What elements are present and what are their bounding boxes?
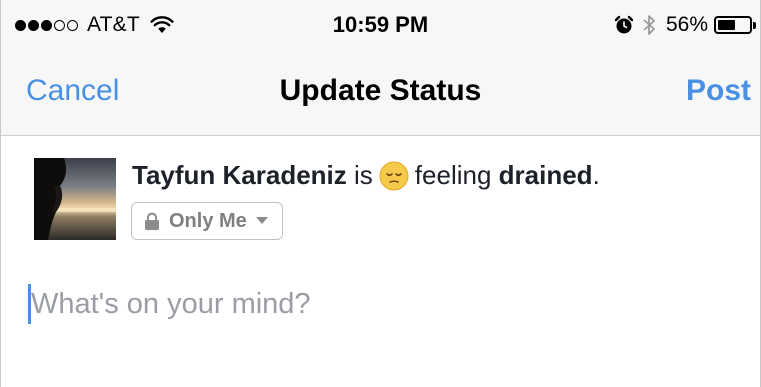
privacy-label: Only Me	[169, 209, 247, 232]
status-bar-right: 56%	[614, 12, 756, 38]
privacy-selector[interactable]: Only Me	[131, 202, 283, 240]
post-button[interactable]: Post	[686, 74, 751, 108]
status-text-input[interactable]	[31, 284, 531, 324]
battery-level	[718, 20, 735, 30]
lock-icon	[145, 212, 159, 230]
relieved-face-emoji-icon	[379, 161, 409, 190]
top-chrome: AT&T 10:59 PM 56% Cancel Update Status P…	[1, 0, 760, 136]
battery-percent: 56%	[665, 13, 708, 36]
composer	[28, 284, 531, 324]
chevron-down-icon	[255, 217, 268, 224]
avatar[interactable]	[34, 158, 116, 240]
battery-icon	[714, 16, 756, 34]
feeling-value[interactable]: drained	[499, 160, 593, 191]
update-status-screen: AT&T 10:59 PM 56% Cancel Update Status P…	[0, 0, 761, 387]
battery-nub	[753, 22, 756, 29]
feeling-suffix: .	[592, 160, 600, 190]
avatar-image	[34, 158, 116, 240]
connector-text: is	[354, 160, 373, 190]
navigation-bar: Cancel Update Status Post	[1, 50, 760, 135]
user-name[interactable]: Tayfun Karadeniz	[132, 160, 347, 191]
feeling-prefix: feeling	[414, 160, 492, 190]
bluetooth-icon	[643, 15, 655, 35]
page-title: Update Status	[279, 74, 482, 107]
alarm-icon	[614, 15, 634, 34]
status-bar: AT&T 10:59 PM 56%	[1, 0, 760, 50]
status-headline: Tayfun Karadeniz is feeling drained .	[132, 160, 600, 191]
